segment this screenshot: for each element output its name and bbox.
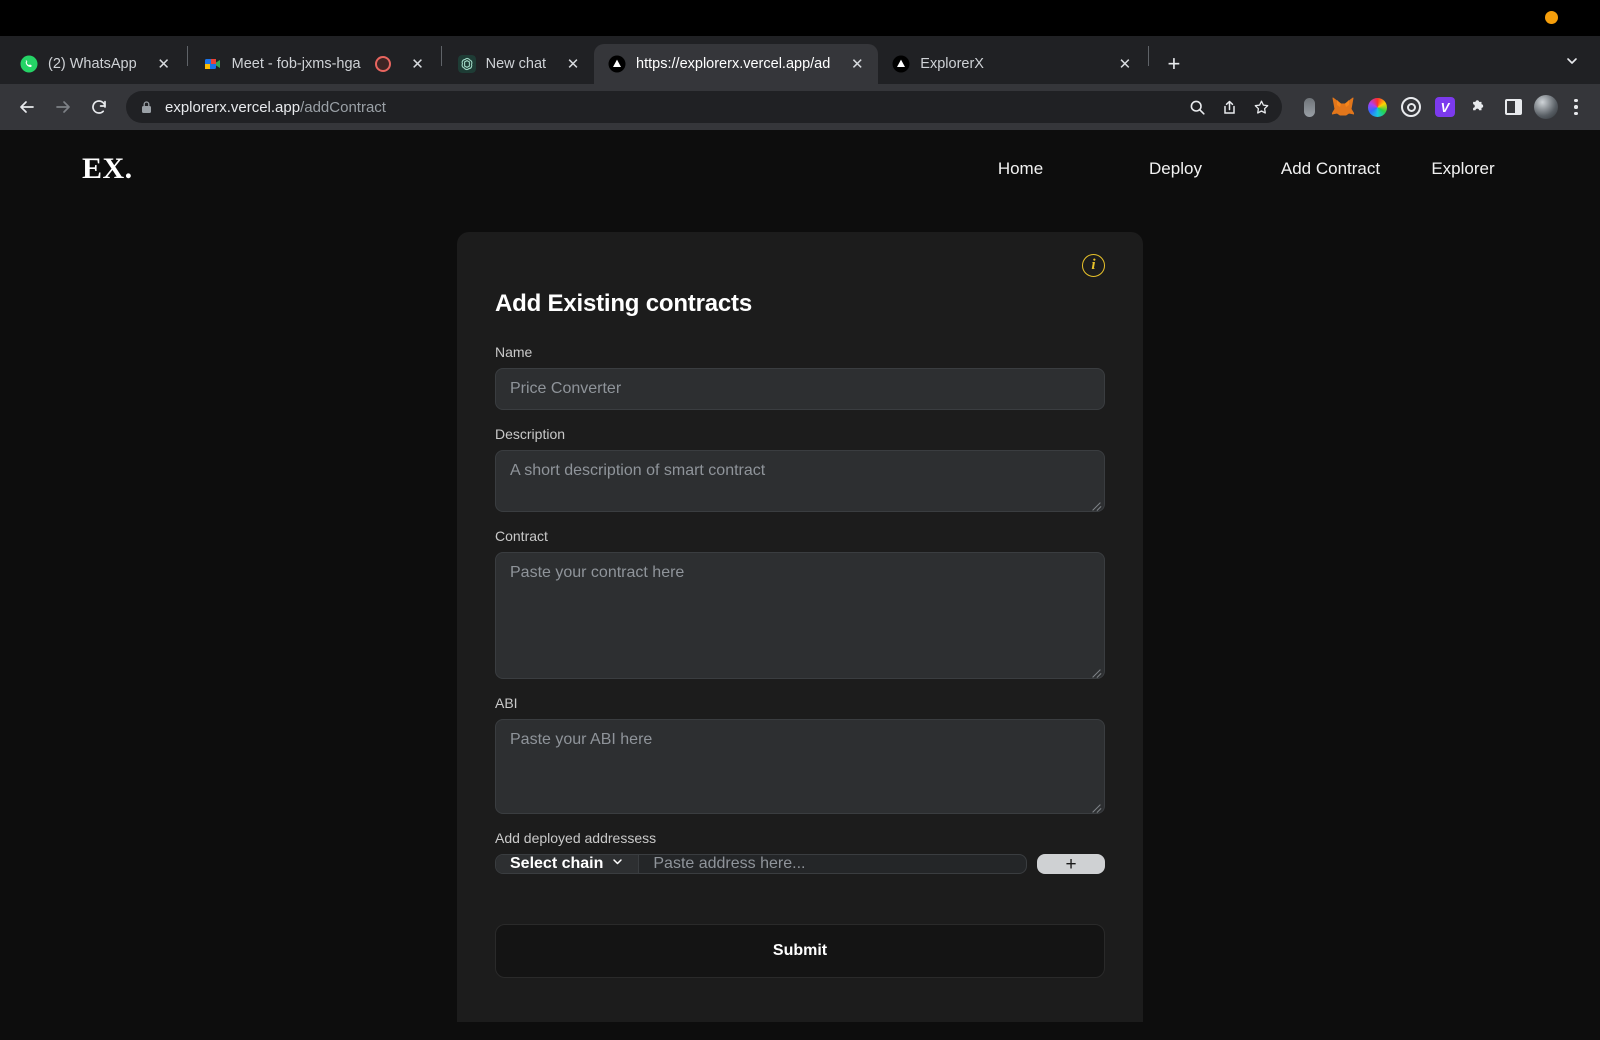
address-input[interactable] bbox=[639, 855, 1026, 873]
add-contract-card: i Add Existing contracts Name Descriptio… bbox=[457, 232, 1143, 1022]
tab-title: (2) WhatsApp bbox=[48, 56, 137, 72]
contract-textarea[interactable] bbox=[495, 552, 1105, 679]
tab-divider bbox=[186, 45, 188, 66]
browser-tab[interactable]: Meet - fob-jxms-hga ✕ bbox=[190, 44, 439, 84]
field-abi: ABI bbox=[495, 695, 1105, 814]
tab-close-button[interactable]: ✕ bbox=[153, 53, 175, 75]
browser-tab-strip: (2) WhatsApp ✕ Meet - fob-jxms-hga ✕ New… bbox=[0, 36, 1600, 84]
omnibox-actions bbox=[1182, 92, 1276, 122]
browser-toolbar: explorerx.vercel.app/addContract V bbox=[0, 84, 1600, 130]
browser-tab[interactable]: New chat ✕ bbox=[444, 44, 594, 84]
lock-icon bbox=[140, 100, 153, 114]
forward-icon[interactable] bbox=[46, 90, 80, 124]
tab-search-chevron-down-icon[interactable] bbox=[1558, 47, 1586, 75]
field-name: Name bbox=[495, 344, 1105, 410]
share-icon[interactable] bbox=[1214, 92, 1244, 122]
vercel-icon bbox=[892, 55, 910, 73]
os-title-strip bbox=[0, 0, 1600, 36]
metamask-icon[interactable] bbox=[1328, 92, 1358, 122]
card-top-row: i bbox=[495, 254, 1105, 280]
tab-close-button[interactable]: ✕ bbox=[407, 53, 429, 75]
abi-textarea[interactable] bbox=[495, 719, 1105, 814]
url-host: explorerx.vercel.app bbox=[165, 98, 301, 116]
tab-close-button[interactable]: ✕ bbox=[1114, 53, 1136, 75]
color-wheel-icon[interactable] bbox=[1362, 92, 1392, 122]
addresses-label: Add deployed addressess bbox=[495, 830, 657, 846]
tab-title: New chat bbox=[485, 56, 547, 72]
vercel-icon bbox=[608, 55, 626, 73]
description-textarea[interactable] bbox=[495, 450, 1105, 512]
puzzle-icon[interactable] bbox=[1464, 92, 1494, 122]
nav-item-deploy[interactable]: Deploy bbox=[1098, 153, 1253, 185]
search-icon[interactable] bbox=[1182, 92, 1212, 122]
site-header: EX. Home Deploy Add Contract Explorer bbox=[0, 130, 1600, 208]
page-title: Add Existing contracts bbox=[495, 290, 752, 317]
tab-close-button[interactable]: ✕ bbox=[562, 53, 584, 75]
tab-divider bbox=[440, 45, 442, 66]
reload-icon[interactable] bbox=[82, 90, 116, 124]
site-logo[interactable]: EX. bbox=[82, 152, 133, 186]
chain-select-value: Select chain bbox=[510, 855, 604, 872]
tab-close-button[interactable]: ✕ bbox=[846, 53, 868, 75]
submit-button[interactable]: Submit bbox=[495, 924, 1105, 978]
abi-label: ABI bbox=[495, 695, 518, 711]
menu-icon[interactable] bbox=[1562, 93, 1590, 121]
contract-label: Contract bbox=[495, 528, 548, 544]
address-row: Select chain + bbox=[495, 854, 1105, 874]
url-path: /addContract bbox=[300, 98, 386, 116]
browser-tab-active[interactable]: https://explorerx.vercel.app/ad ✕ bbox=[594, 44, 879, 84]
tab-title: https://explorerx.vercel.app/ad bbox=[636, 56, 831, 72]
browser-tab[interactable]: (2) WhatsApp ✕ bbox=[6, 44, 185, 84]
chain-select[interactable]: Select chain bbox=[496, 855, 640, 873]
record-dot-icon[interactable] bbox=[374, 56, 391, 72]
whatsapp-icon bbox=[20, 55, 38, 73]
address-bar[interactable]: explorerx.vercel.app/addContract bbox=[126, 91, 1282, 123]
chevron-down-icon bbox=[611, 855, 624, 873]
field-deployed-addresses: Add deployed addressess Select chain + bbox=[495, 830, 1105, 874]
nav-item-explorer[interactable]: Explorer bbox=[1408, 153, 1518, 185]
description-label: Description bbox=[495, 426, 566, 442]
name-input[interactable] bbox=[495, 368, 1105, 410]
add-address-button[interactable]: + bbox=[1037, 854, 1105, 874]
browser-tab[interactable]: ExplorerX ✕ bbox=[878, 44, 1146, 84]
back-icon[interactable] bbox=[10, 90, 44, 124]
tab-title: ExplorerX bbox=[920, 56, 984, 72]
profile-avatar[interactable] bbox=[1534, 95, 1558, 119]
site-nav: Home Deploy Add Contract Explorer bbox=[943, 153, 1518, 185]
tab-divider bbox=[1147, 45, 1149, 66]
field-contract: Contract bbox=[495, 528, 1105, 679]
target-icon[interactable] bbox=[1396, 92, 1426, 122]
address-input-group: Select chain bbox=[495, 854, 1027, 874]
google-meet-icon bbox=[204, 55, 222, 73]
nav-item-home[interactable]: Home bbox=[943, 153, 1098, 185]
vercel-ext-icon[interactable]: V bbox=[1430, 92, 1460, 122]
chatgpt-icon bbox=[457, 55, 476, 73]
bookmark-star-icon[interactable] bbox=[1246, 92, 1276, 122]
nav-item-add-contract[interactable]: Add Contract bbox=[1253, 153, 1408, 185]
name-label: Name bbox=[495, 344, 533, 360]
new-tab-button[interactable]: + bbox=[1157, 47, 1191, 81]
tab-title: Meet - fob-jxms-hga bbox=[231, 56, 361, 72]
url-text: explorerx.vercel.app/addContract bbox=[165, 99, 386, 116]
orange-status-dot bbox=[1545, 11, 1558, 24]
extension-pill-icon[interactable] bbox=[1294, 92, 1324, 122]
info-icon[interactable]: i bbox=[1082, 254, 1105, 277]
web-page: EX. Home Deploy Add Contract Explorer i … bbox=[0, 130, 1600, 1040]
side-panel-icon[interactable] bbox=[1498, 92, 1528, 122]
field-description: Description bbox=[495, 426, 1105, 512]
